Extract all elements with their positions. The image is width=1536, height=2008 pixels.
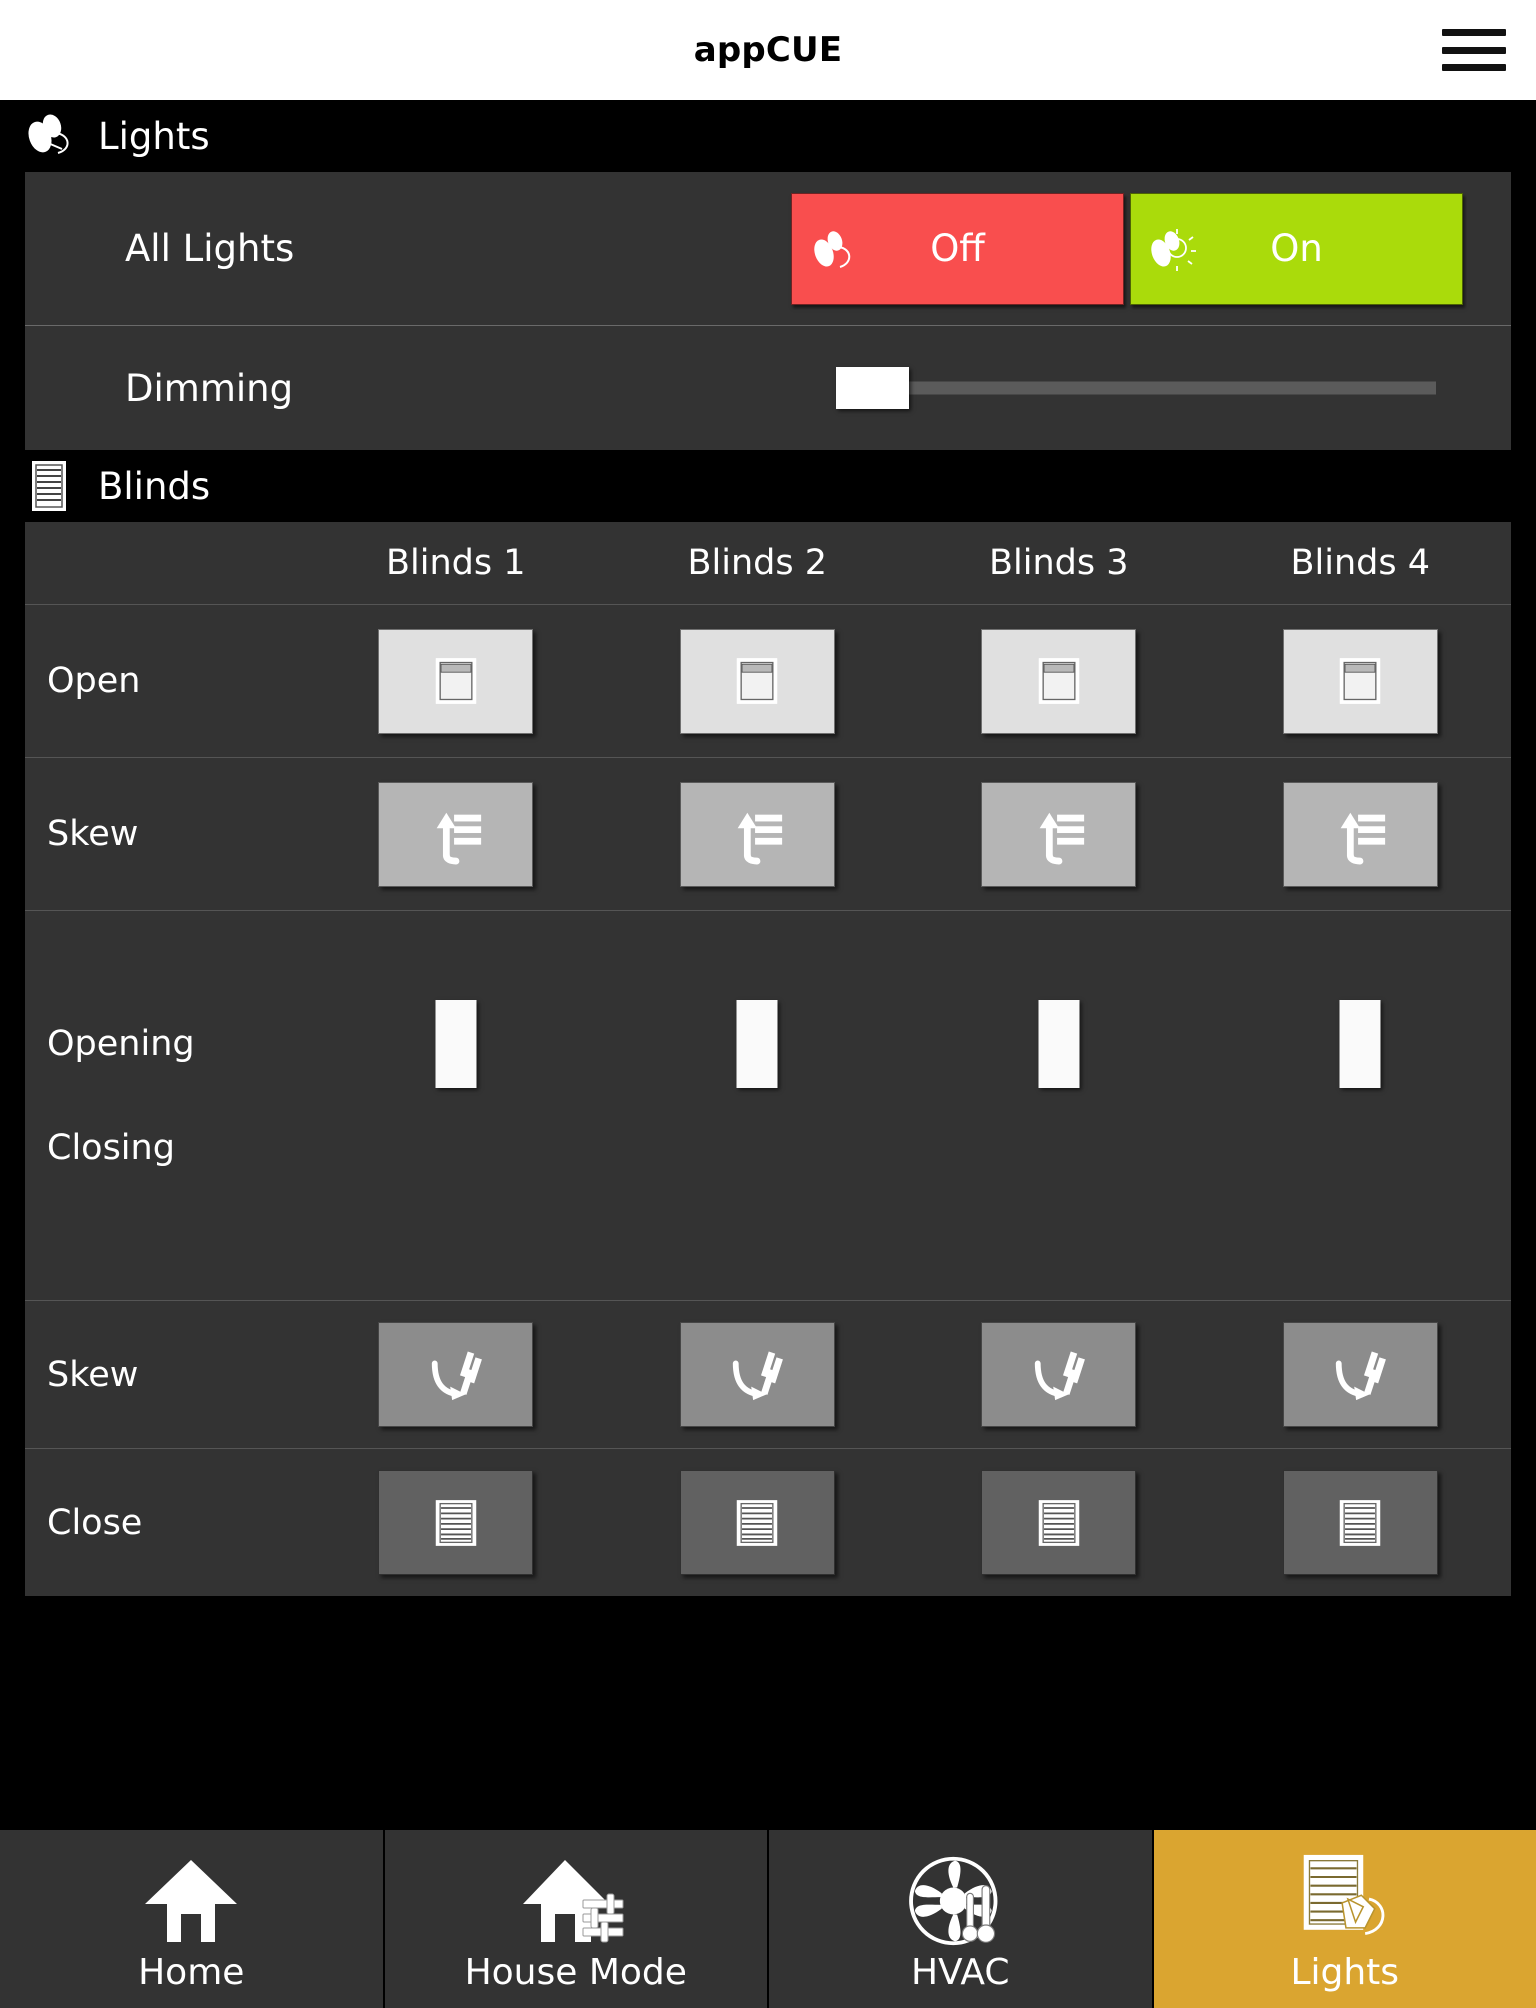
skew-down-button-blinds-3[interactable]	[908, 1322, 1210, 1427]
blinds-closed-icon	[22, 459, 76, 513]
skew-up-button-blinds-3[interactable]	[908, 781, 1210, 887]
hamburger-menu-icon[interactable]	[1442, 29, 1506, 71]
nav-label-lights: Lights	[1290, 1951, 1400, 1993]
bulb-on-icon	[1145, 221, 1197, 277]
section-header-blinds: Blinds	[0, 450, 1536, 522]
all-lights-controls: Off On	[791, 192, 1511, 305]
all-lights-on-button[interactable]: On	[1130, 192, 1463, 305]
blinds-column-headers: Blinds 1 Blinds 2 Blinds 3 Blinds 4	[25, 522, 1511, 604]
blind-open-icon[interactable]	[1282, 628, 1438, 734]
open-button-blinds-1[interactable]	[305, 628, 607, 734]
close-button-blinds-4[interactable]	[1210, 1470, 1512, 1575]
row-skew-up: Skew	[25, 757, 1511, 910]
skew-up-button-blinds-2[interactable]	[607, 781, 909, 887]
blinds-closed-icon[interactable]	[679, 1470, 835, 1575]
section-header-lights: Lights	[0, 100, 1536, 172]
blinds-panel: Blinds 1 Blinds 2 Blinds 3 Blinds 4 Open	[25, 522, 1511, 1596]
skew-up-button-blinds-4[interactable]	[1210, 781, 1512, 887]
skew-down-icon[interactable]	[1282, 1322, 1438, 1427]
skew-down-icon[interactable]	[981, 1322, 1137, 1427]
row-label-open: Open	[47, 661, 141, 701]
row-label-closing: Closing	[47, 1127, 175, 1168]
close-button-blinds-2[interactable]	[607, 1470, 909, 1575]
blinds-closed-icon[interactable]	[1282, 1470, 1438, 1575]
hvac-fan-icon	[895, 1851, 1025, 1951]
blind-open-icon[interactable]	[378, 628, 534, 734]
app-title: appCUE	[693, 30, 843, 70]
dimming-label: Dimming	[125, 366, 294, 410]
home-icon	[126, 1851, 256, 1951]
close-button-blinds-1[interactable]	[305, 1470, 607, 1575]
blinds-closed-icon[interactable]	[981, 1470, 1137, 1575]
blind-open-icon[interactable]	[679, 628, 835, 734]
all-lights-label: All Lights	[125, 227, 295, 270]
blinds-column-header-3: Blinds 3	[989, 543, 1129, 583]
row-label-close: Close	[47, 1502, 143, 1543]
nav-item-hvac[interactable]: HVAC	[767, 1830, 1152, 2008]
open-button-blinds-3[interactable]	[908, 628, 1210, 734]
row-close: Close	[25, 1448, 1511, 1596]
light-bulb-icon	[22, 109, 76, 163]
dimming-slider-thumb[interactable]	[836, 367, 909, 409]
blinds-closed-icon[interactable]	[378, 1470, 534, 1575]
house-mode-icon	[511, 1851, 641, 1951]
row-closing-opening: Closing Opening	[25, 910, 1511, 1300]
row-skew-down: Skew	[25, 1300, 1511, 1448]
row-label-opening: Opening	[47, 1023, 195, 1064]
nav-label-house-mode: House Mode	[464, 1951, 687, 1993]
bottom-navigation: Home House Mode HVAC Lights	[0, 1830, 1536, 2008]
nav-label-hvac: HVAC	[910, 1951, 1010, 1993]
row-label-skew-down: Skew	[47, 1354, 139, 1395]
skew-up-icon[interactable]	[679, 781, 835, 887]
blinds-column-header-4: Blinds 4	[1290, 543, 1431, 583]
row-open: Open	[25, 604, 1511, 757]
all-lights-off-label: Off	[930, 227, 985, 270]
skew-up-icon[interactable]	[981, 781, 1137, 887]
position-slider-thumb[interactable]	[1339, 999, 1381, 1088]
position-slider-thumb[interactable]	[435, 999, 477, 1088]
skew-down-icon[interactable]	[679, 1322, 835, 1427]
position-slider-thumb[interactable]	[1038, 999, 1080, 1088]
nav-item-house-mode[interactable]: House Mode	[382, 1830, 767, 2008]
blind-open-icon[interactable]	[981, 628, 1137, 734]
skew-up-button-blinds-1[interactable]	[305, 781, 607, 887]
all-lights-on-label: On	[1270, 227, 1323, 270]
section-title-blinds: Blinds	[98, 464, 211, 508]
dimming-slider[interactable]	[836, 358, 1436, 418]
app-root: appCUE Lights All Lights Off On Dimming …	[0, 0, 1536, 2008]
nav-label-home: Home	[138, 1951, 245, 1993]
dimming-slider-track	[836, 381, 1436, 395]
position-slider-thumb[interactable]	[736, 999, 778, 1088]
open-button-blinds-4[interactable]	[1210, 628, 1512, 734]
skew-up-icon[interactable]	[1282, 781, 1438, 887]
lights-panel: All Lights Off On Dimming	[25, 172, 1511, 450]
all-lights-off-button[interactable]: Off	[791, 192, 1124, 305]
skew-up-icon[interactable]	[378, 781, 534, 887]
nav-item-lights[interactable]: Lights	[1151, 1830, 1536, 2008]
open-button-blinds-2[interactable]	[607, 628, 909, 734]
row-all-lights: All Lights Off On	[25, 172, 1511, 325]
skew-down-button-blinds-2[interactable]	[607, 1322, 909, 1427]
blinds-hand-icon	[1280, 1851, 1410, 1951]
skew-down-icon[interactable]	[378, 1322, 534, 1427]
skew-down-button-blinds-4[interactable]	[1210, 1322, 1512, 1427]
blinds-column-header-1: Blinds 1	[386, 543, 526, 583]
row-dimming: Dimming	[25, 325, 1511, 450]
row-label-skew-up: Skew	[47, 814, 139, 854]
blinds-column-header-2: Blinds 2	[687, 543, 828, 583]
section-title-lights: Lights	[98, 114, 210, 158]
bulb-off-icon	[806, 221, 858, 277]
skew-down-button-blinds-1[interactable]	[305, 1322, 607, 1427]
top-bar: appCUE	[0, 0, 1536, 100]
nav-item-home[interactable]: Home	[0, 1830, 383, 2008]
close-button-blinds-3[interactable]	[908, 1470, 1210, 1575]
